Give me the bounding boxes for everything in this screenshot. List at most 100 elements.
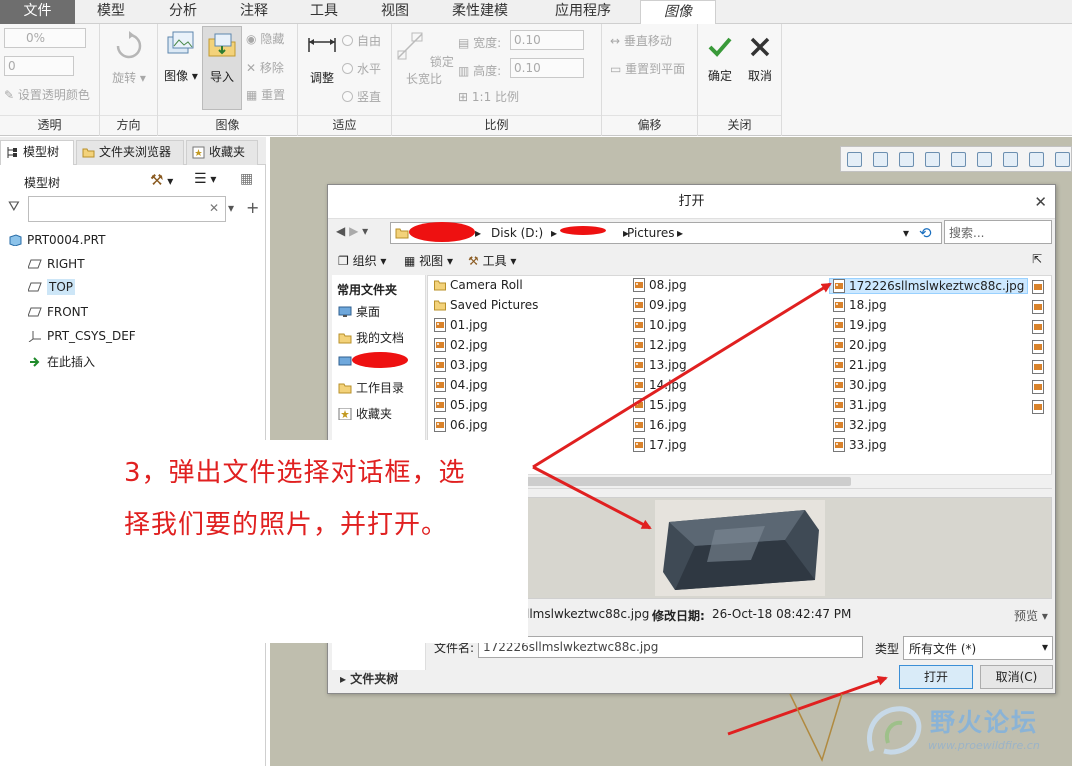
zoom-in-icon[interactable] [873,152,888,167]
move-vertical-button[interactable]: ↔ 垂直移动 [610,32,672,49]
tab-annotate[interactable]: 注释 [219,0,289,24]
tab-flexible-modeling[interactable]: 柔性建模 [431,0,529,24]
tree-node-front-plane[interactable]: FRONT [28,305,88,319]
forward-arrow-icon[interactable]: ▶ [349,224,358,238]
image-button[interactable]: 图像 ▾ [160,28,202,84]
view-manager-icon[interactable] [951,152,966,167]
dialog-close-icon[interactable]: ✕ [1034,193,1047,211]
tree-node-right-plane[interactable]: RIGHT [28,257,85,271]
fit-horizontal-radio[interactable]: 水平 [342,60,381,77]
import-button[interactable]: 导入 [202,26,242,110]
tree-node-top-plane[interactable]: TOP [28,279,76,295]
tools-button[interactable]: ⚒ 工具 ▾ [468,252,516,269]
breadcrumb-pictures[interactable]: Pictures [627,226,675,240]
tree-settings-button[interactable]: ⚒ ▾ [150,171,173,189]
file-item[interactable]: 17.jpg [633,438,687,452]
tab-favorites[interactable]: 收藏夹 [186,140,258,165]
file-item[interactable]: 33.jpg [833,438,887,452]
tree-search-input[interactable]: ✕ [28,196,226,222]
file-item[interactable]: 08.jpg [633,278,687,292]
file-item[interactable]: 09.jpg [633,298,687,312]
transparency-value-field[interactable]: 0 [4,56,74,76]
file-item[interactable]: 13.jpg [633,358,687,372]
preview-toggle[interactable]: 预览 ▾ [1014,607,1048,624]
file-item[interactable]: 05.jpg [434,398,488,412]
file-type-select[interactable]: 所有文件 (*) ▾ [903,636,1053,660]
open-button[interactable]: 打开▾ [899,665,987,689]
tab-analysis[interactable]: 分析 [147,0,219,24]
file-item[interactable]: 10.jpg [633,318,687,332]
address-dropdown-chevron-icon[interactable]: ▾ [903,226,909,240]
breadcrumb-drive[interactable]: Disk (D:) [491,226,543,240]
tab-folder-browser[interactable]: 文件夹浏览器 [76,140,184,165]
nav-favorites[interactable]: 收藏夹 [338,405,392,422]
tree-show-button[interactable]: ☰ ▾ [194,171,216,187]
cancel-ribbon-button[interactable]: 取消 [740,34,780,84]
tab-applications[interactable]: 应用程序 [529,0,637,24]
file-item[interactable]: 21.jpg [833,358,887,372]
set-transparent-color-button[interactable]: ✎ 设置透明颜色 [4,86,90,103]
tree-node-csys[interactable]: PRT_CSYS_DEF [28,329,136,343]
nav-desktop[interactable]: 桌面 [338,303,380,320]
transparency-percent-field[interactable]: 0% [4,28,86,48]
search-input[interactable]: 搜索... [944,220,1052,244]
nav-my-documents[interactable]: 我的文档 [338,329,404,346]
file-item[interactable]: 16.jpg [633,418,687,432]
cancel-button[interactable]: 取消(C) [980,665,1053,689]
folder-item[interactable]: Camera Roll [434,278,523,292]
organize-button[interactable]: ❐ 组织 ▾ [338,252,386,269]
file-item[interactable]: 15.jpg [633,398,687,412]
saved-views-icon[interactable] [977,152,992,167]
lock-aspect-ratio-button[interactable]: 锁定长宽比 [394,30,454,87]
tab-model-tree[interactable]: 模型树 [0,140,74,165]
file-item[interactable]: 12.jpg [633,338,687,352]
refit-icon[interactable] [847,152,862,167]
fit-vertical-radio[interactable]: 竖直 [342,88,381,105]
file-item[interactable]: 01.jpg [434,318,488,332]
fit-free-radio[interactable]: 自由 [342,32,381,49]
file-item[interactable]: 02.jpg [434,338,488,352]
help-pointer-icon[interactable]: ⇱ [1032,252,1042,266]
file-item[interactable]: 14.jpg [633,378,687,392]
remove-image-button[interactable]: ✕ 移除 [246,59,284,76]
filter-dropdown-chevron-icon[interactable]: ▾ [228,201,234,215]
datum-display-icon[interactable] [1055,152,1070,167]
hide-image-button[interactable]: ◉ 隐藏 [246,30,284,47]
file-item[interactable]: 20.jpg [833,338,887,352]
scale-width-input[interactable]: 0.10 [510,30,584,50]
perspective-icon[interactable] [1029,152,1044,167]
filename-input[interactable]: 172226sllmslwkeztwc88c.jpg [478,636,863,658]
tab-model[interactable]: 模型 [75,0,147,24]
tab-tools[interactable]: 工具 [289,0,359,24]
tab-file[interactable]: 文件 [0,0,75,24]
refresh-icon[interactable]: ⟲ [919,224,932,242]
file-item[interactable]: 04.jpg [434,378,488,392]
ok-button[interactable]: 确定 [700,34,740,84]
repaint-icon[interactable] [925,152,940,167]
file-item[interactable]: 06.jpg [434,418,488,432]
reset-image-button[interactable]: ▦ 重置 [246,86,285,103]
tree-filter-settings-button[interactable]: ▦ [240,171,253,187]
adjust-button[interactable]: 调整 [302,30,342,86]
add-filter-icon[interactable]: + [246,198,259,217]
nav-back-forward[interactable]: ◀ ▶ ▾ [336,224,368,238]
file-item[interactable]: 03.jpg [434,358,488,372]
folder-tree-toggle[interactable]: ▸ 文件夹树 [340,670,398,687]
file-item-selected[interactable]: 172226sllmslwkeztwc88c.jpg [829,278,1029,294]
recent-locations-chevron-icon[interactable]: ▾ [362,224,368,238]
file-item[interactable]: 32.jpg [833,418,887,432]
filter-funnel-icon[interactable]: ⛛ [8,199,20,215]
file-item[interactable]: 31.jpg [833,398,887,412]
tree-node-part[interactable]: PRT0004.PRT [8,233,105,247]
one-to-one-scale-button[interactable]: ⊞ 1:1 比例 [458,88,519,105]
rotate-button[interactable]: 旋转 ▾ [106,30,152,86]
scale-height-input[interactable]: 0.10 [510,58,584,78]
display-style-icon[interactable] [1003,152,1018,167]
file-item[interactable]: 18.jpg [833,298,887,312]
back-arrow-icon[interactable]: ◀ [336,224,345,238]
file-item[interactable]: 19.jpg [833,318,887,332]
tab-image[interactable]: 图像 [640,0,716,25]
tab-view[interactable]: 视图 [359,0,431,24]
folder-item[interactable]: Saved Pictures [434,298,538,312]
reset-to-plane-button[interactable]: ▭ 重置到平面 [610,60,685,77]
